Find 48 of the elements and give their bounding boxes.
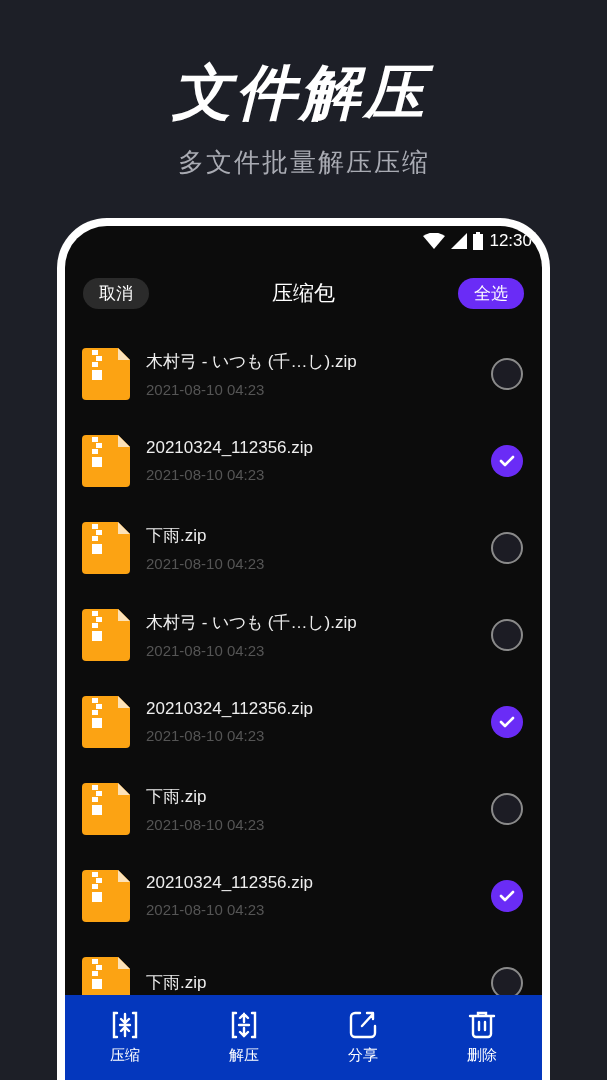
- zip-file-icon: [82, 782, 130, 835]
- cancel-button[interactable]: 取消: [83, 277, 149, 309]
- hero-subtitle: 多文件批量解压压缩: [177, 146, 430, 179]
- file-date: 2021-08-10 04:23: [146, 815, 266, 833]
- check-icon: [499, 889, 515, 902]
- check-icon: [499, 454, 515, 467]
- share-icon: [348, 1010, 379, 1040]
- signal-icon: [451, 233, 468, 249]
- battery-icon: [473, 232, 484, 250]
- hero-title: 文件解压: [165, 52, 442, 132]
- trash-icon: [467, 1010, 498, 1040]
- zip-file-icon: [82, 869, 130, 922]
- file-name: 下雨.zip: [146, 972, 208, 994]
- file-date: 2021-08-10 04:23: [146, 901, 266, 918]
- checked-radio[interactable]: [491, 879, 523, 912]
- zip-file-icon: [82, 695, 130, 748]
- zip-file-icon: [82, 608, 130, 661]
- toolbar-button[interactable]: 分享: [303, 995, 423, 1080]
- page-title: 压缩包: [272, 281, 335, 305]
- checked-radio[interactable]: [491, 444, 523, 477]
- file-name: 下雨.zip: [146, 785, 208, 808]
- unchecked-radio[interactable]: [491, 618, 523, 651]
- unchecked-radio[interactable]: [491, 357, 523, 390]
- file-name: 20210324_112356.zip: [146, 873, 314, 893]
- file-date: 2021-08-10 04:23: [146, 727, 266, 744]
- zip-file-icon: [82, 956, 130, 995]
- file-date: 2021-08-10 04:23: [146, 641, 266, 659]
- file-name: 下雨.zip: [146, 524, 208, 547]
- file-name: 木村弓 - いつも (千…し).zip: [146, 350, 358, 373]
- checked-radio[interactable]: [491, 705, 523, 738]
- wifi-icon: [423, 233, 446, 249]
- unchecked-radio[interactable]: [491, 792, 523, 825]
- toolbar-button[interactable]: 压缩: [65, 995, 185, 1080]
- toolbar-button[interactable]: 解压: [184, 995, 304, 1080]
- file-date: 2021-08-10 04:23: [146, 554, 266, 572]
- zip-file-icon: [82, 347, 130, 400]
- select-all-button[interactable]: 全选: [458, 277, 524, 309]
- file-name: 20210324_112356.zip: [146, 699, 314, 719]
- toolbar-button[interactable]: 删除: [422, 995, 542, 1080]
- unchecked-radio[interactable]: [491, 966, 523, 995]
- file-name: 木村弓 - いつも (千…し).zip: [146, 611, 358, 634]
- file-date: 2021-08-10 04:23: [146, 380, 266, 398]
- file-date: 2021-08-10 04:23: [146, 466, 266, 483]
- zip-file-icon: [82, 521, 130, 574]
- zip-file-icon: [82, 434, 130, 487]
- file-name: 20210324_112356.zip: [146, 438, 314, 458]
- unchecked-radio[interactable]: [491, 531, 523, 564]
- check-icon: [499, 715, 515, 728]
